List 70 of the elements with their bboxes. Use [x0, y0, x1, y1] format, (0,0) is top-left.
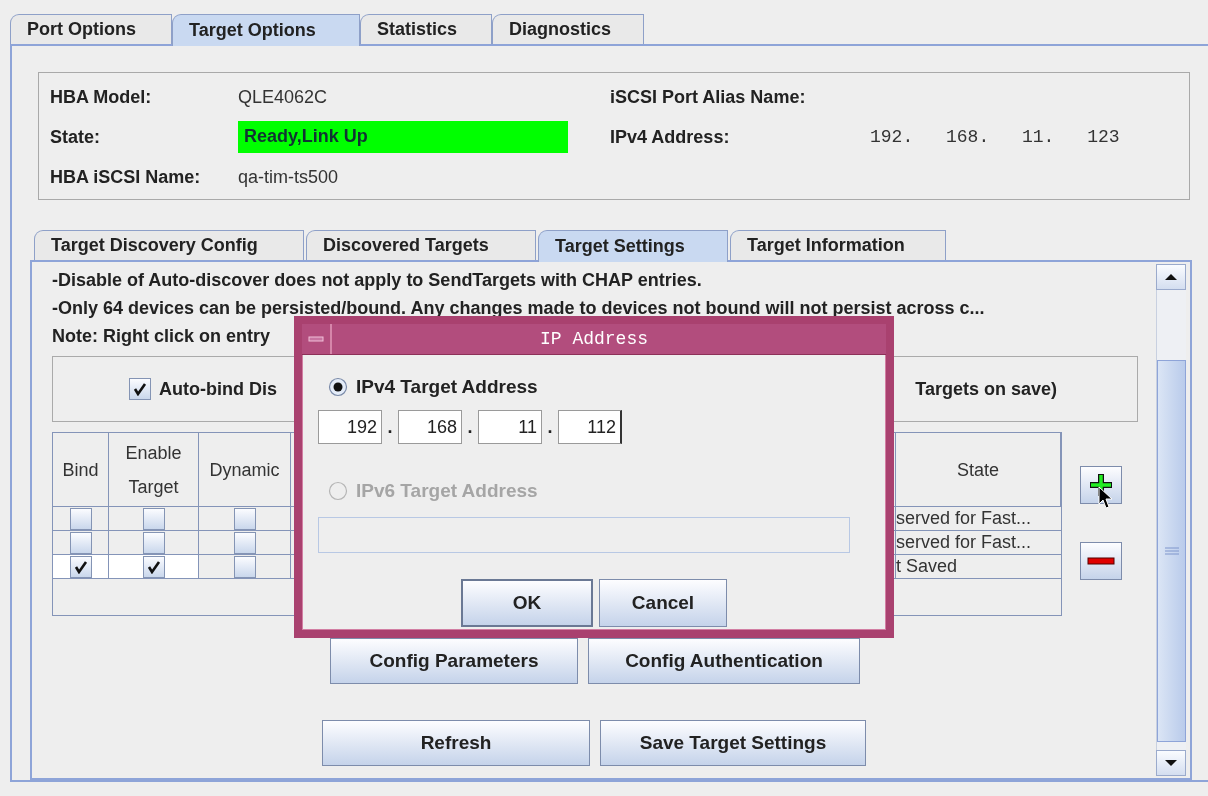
table-cell: t Saved: [896, 556, 958, 577]
action-button[interactable]: Refresh: [322, 720, 590, 766]
column-header: State: [957, 458, 999, 482]
column-header: Bind: [62, 458, 99, 482]
radio-button[interactable]: IPv4 Target Address: [328, 369, 538, 405]
column-header: Dynamic: [209, 458, 280, 482]
action-button[interactable]: Config Authentication: [588, 638, 860, 684]
checkbox-label: Auto-bind Dis: [159, 378, 277, 400]
ok-button[interactable]: OK: [461, 579, 593, 627]
scroll-up-button[interactable]: [1156, 264, 1186, 290]
tab[interactable]: Statistics: [360, 14, 492, 44]
separator: .: [466, 416, 474, 438]
check-icon: [73, 559, 88, 574]
add-button[interactable]: [1080, 466, 1122, 504]
status-field: Ready,Link Up: [238, 121, 568, 153]
table-cell: served for Fast...: [896, 532, 1032, 553]
field-value: 192. 168. 11. 123: [870, 127, 1121, 147]
field-label: HBA Model:: [50, 86, 153, 108]
note-text: -Disable of Auto-discover does not apply to SendTargets with CHAP entries.: [52, 269, 702, 292]
checkbox[interactable]: [233, 555, 256, 578]
separator: .: [386, 416, 394, 438]
tab[interactable]: Target Settings: [538, 230, 728, 262]
tab[interactable]: Discovered Targets: [306, 230, 536, 260]
field-label: State:: [50, 126, 101, 148]
remove-button[interactable]: [1080, 542, 1122, 580]
checkbox[interactable]: [69, 555, 92, 578]
checkbox[interactable]: [233, 531, 256, 554]
checkbox[interactable]: [129, 378, 151, 400]
minus-icon: [1087, 557, 1115, 565]
input-field[interactable]: 192: [318, 410, 382, 444]
tab[interactable]: Target Information: [730, 230, 946, 260]
checkbox[interactable]: [69, 531, 92, 554]
grip-icon: [1164, 547, 1179, 555]
field-value: qa-tim-ts500: [238, 166, 340, 188]
minimize-icon: [308, 336, 324, 342]
tab[interactable]: Target Options: [172, 14, 360, 46]
radio-icon: [328, 481, 348, 501]
action-button[interactable]: Config Parameters: [330, 638, 578, 684]
dialog-title: IP Address: [539, 329, 649, 349]
field-label: iSCSI Port Alias Name:: [610, 86, 807, 108]
scroll-thumb[interactable]: [1157, 360, 1186, 742]
radio-icon: [328, 377, 348, 397]
checkbox[interactable]: [233, 507, 256, 530]
input-field[interactable]: 112: [558, 410, 622, 444]
separator: .: [546, 416, 554, 438]
table-cell: served for Fast...: [896, 508, 1032, 529]
input-field[interactable]: 11: [478, 410, 542, 444]
note-text: Note: Right click on entry: [52, 325, 271, 348]
tab[interactable]: Diagnostics: [492, 14, 644, 44]
checkbox[interactable]: [142, 507, 165, 530]
input-field[interactable]: 168: [398, 410, 462, 444]
tab[interactable]: Target Discovery Config: [34, 230, 304, 260]
check-icon: [133, 382, 147, 396]
checkbox-label: Targets on save): [915, 378, 1057, 400]
down-arrow-icon: [1165, 759, 1177, 767]
tab[interactable]: Port Options: [10, 14, 172, 44]
checkbox[interactable]: [142, 531, 165, 554]
input-field[interactable]: [318, 517, 850, 553]
column-header: Enable Target: [124, 441, 183, 499]
scroll-down-button[interactable]: [1156, 750, 1186, 776]
action-button[interactable]: Save Target Settings: [600, 720, 866, 766]
up-arrow-icon: [1165, 273, 1177, 281]
checkbox[interactable]: [69, 507, 92, 530]
field-value: QLE4062C: [238, 86, 329, 108]
check-icon: [146, 559, 161, 574]
cancel-button[interactable]: Cancel: [599, 579, 727, 627]
field-label: IPv4 Address:: [610, 126, 731, 148]
cursor-icon: [1098, 486, 1114, 510]
checkbox[interactable]: [142, 555, 165, 578]
field-label: HBA iSCSI Name:: [50, 166, 202, 188]
